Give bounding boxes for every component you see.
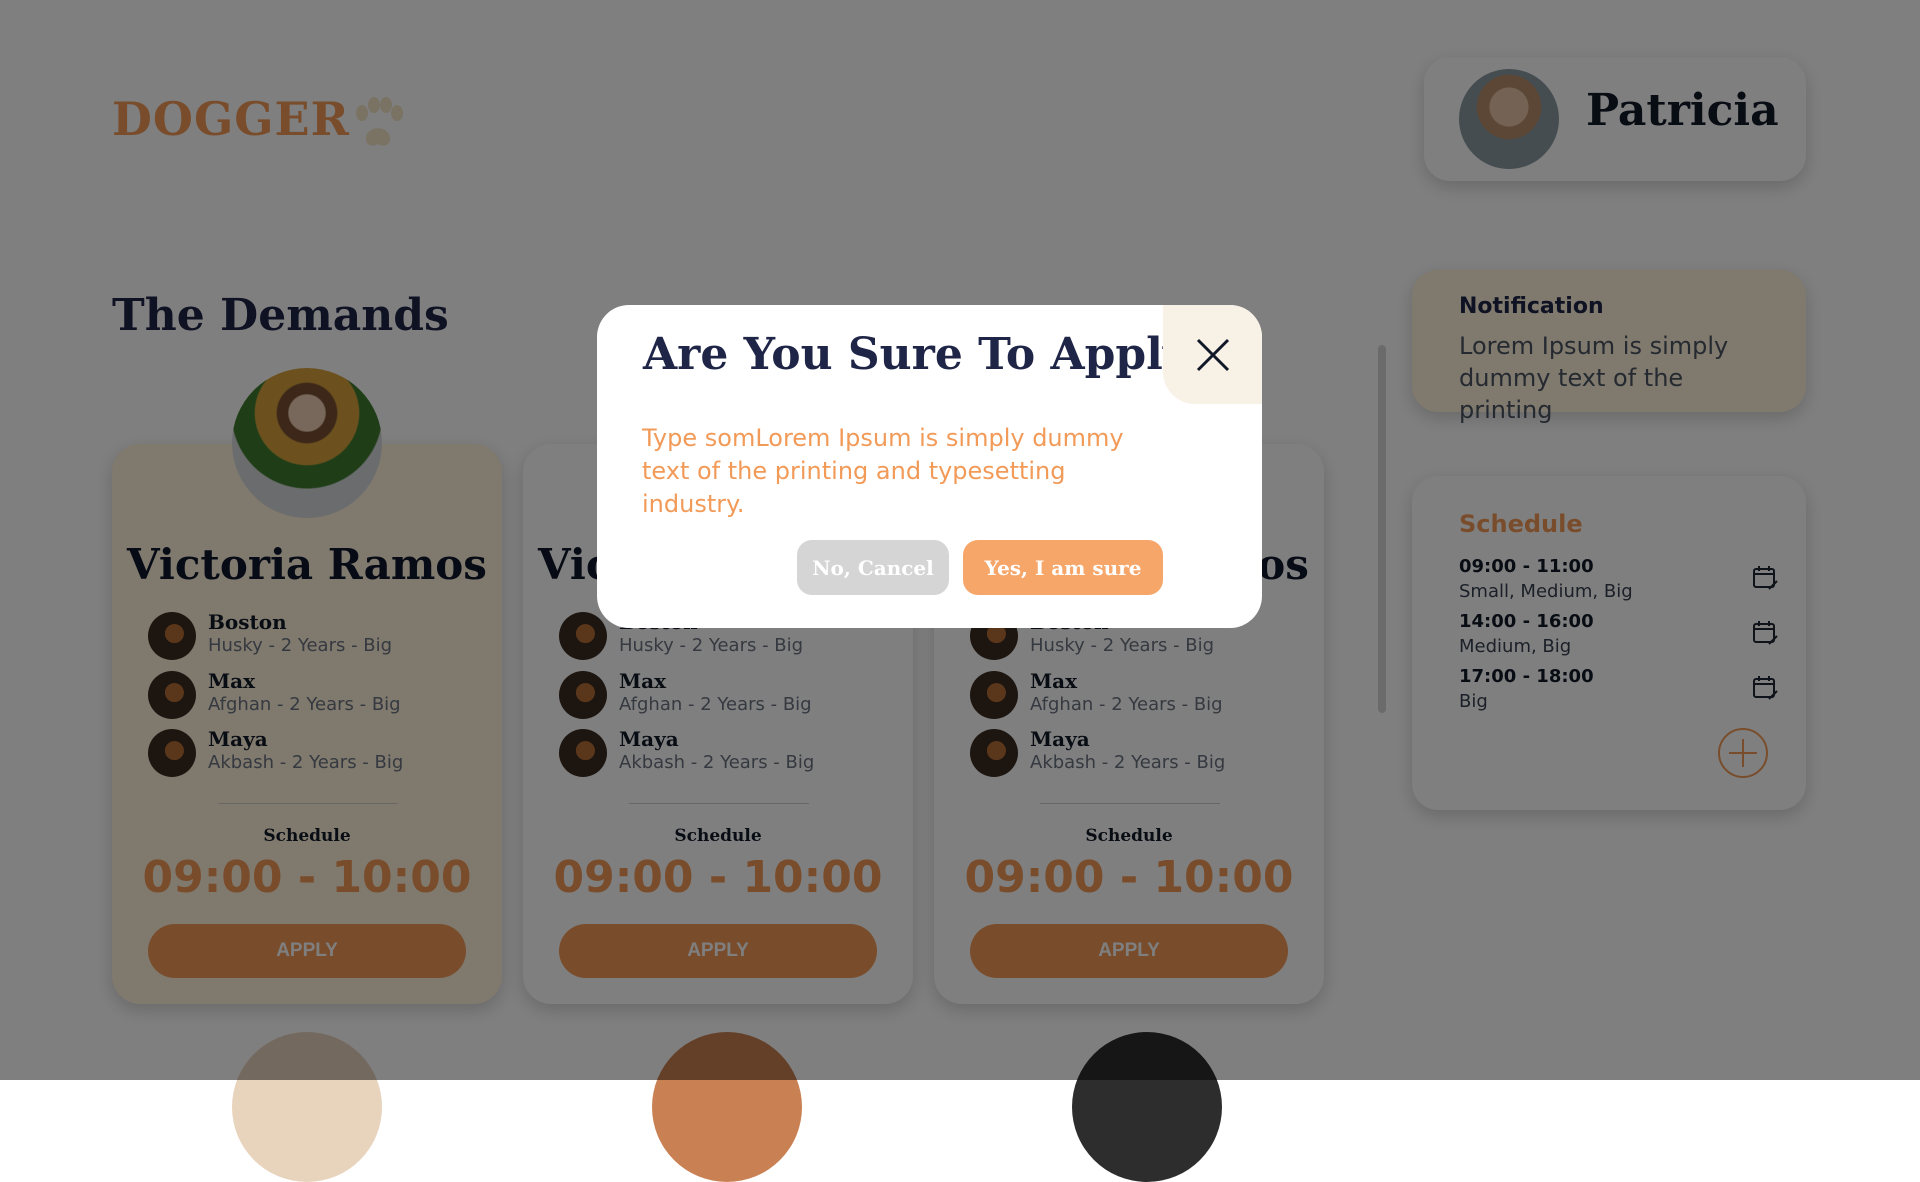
- close-icon: [1196, 338, 1230, 372]
- confirm-button[interactable]: Yes, I am sure: [963, 540, 1163, 595]
- cancel-button[interactable]: No, Cancel: [797, 540, 949, 595]
- dialog-title: Are You Sure To Apply?: [643, 329, 1215, 380]
- close-dialog-button[interactable]: [1163, 305, 1262, 404]
- confirm-apply-dialog: Are You Sure To Apply? Type somLorem Ips…: [597, 305, 1262, 628]
- dialog-message: Type somLorem Ipsum is simply dummy text…: [642, 424, 1124, 518]
